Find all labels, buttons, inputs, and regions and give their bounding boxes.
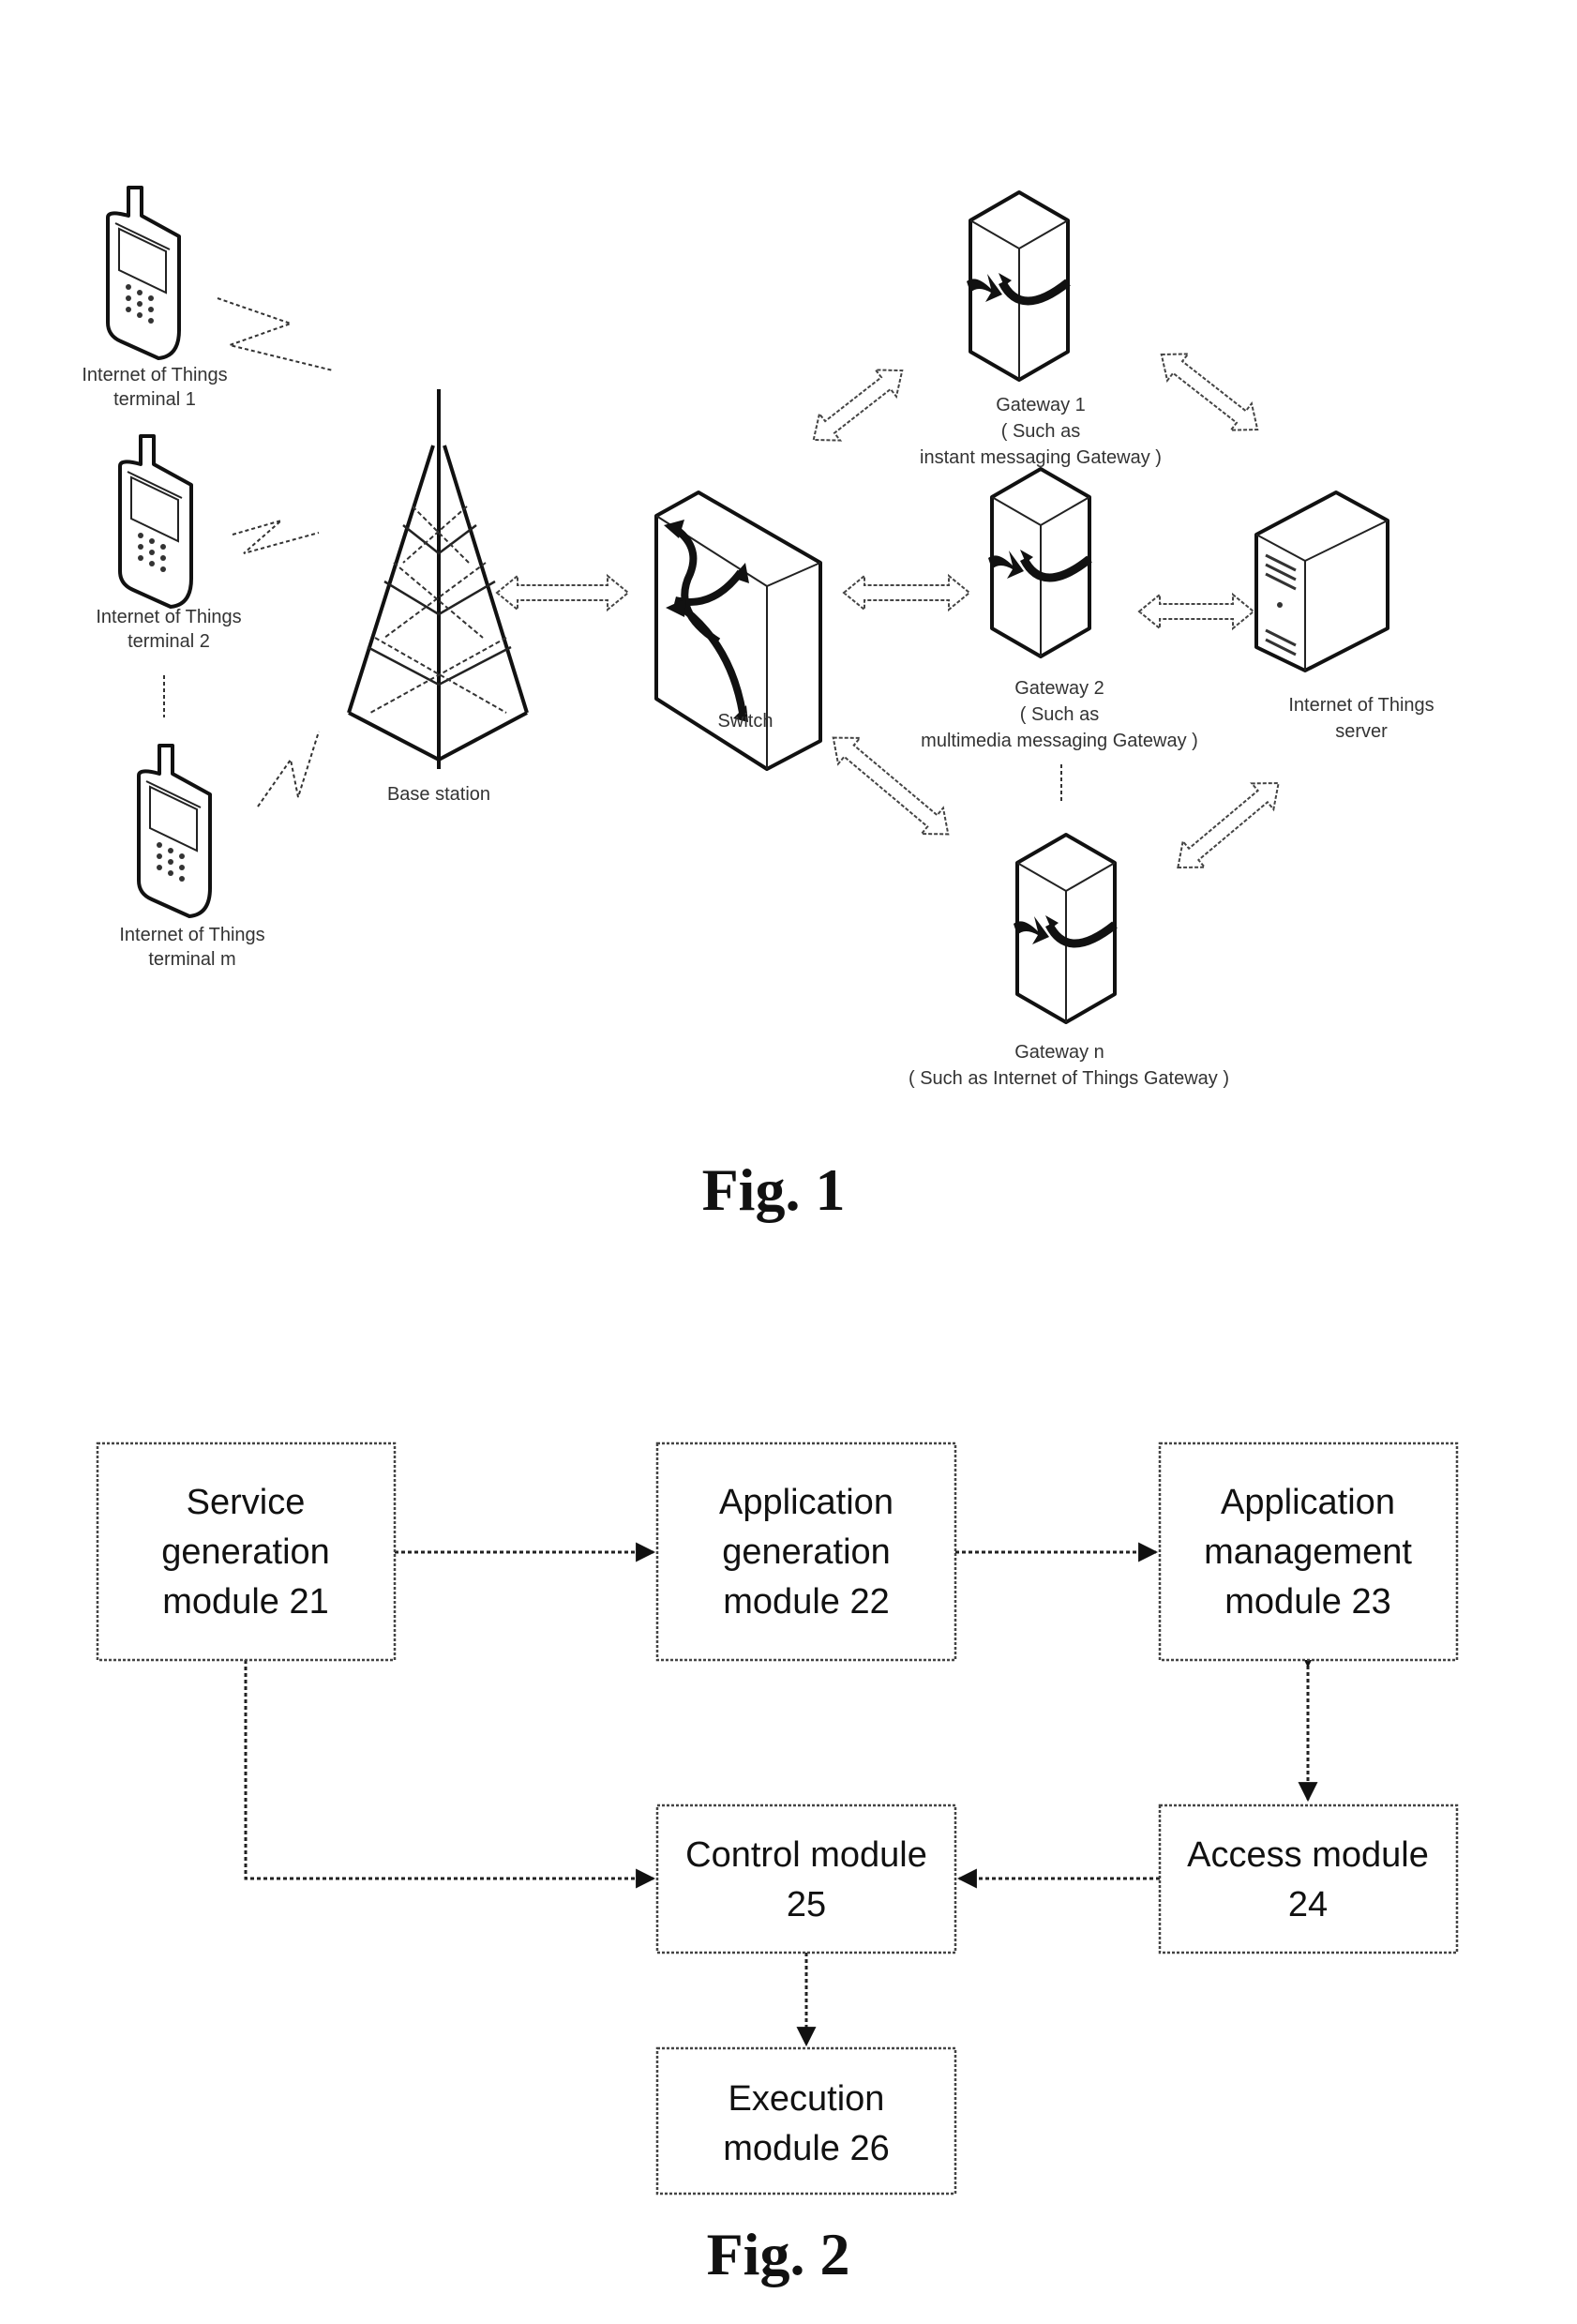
gateway-1-label-line3: instant messaging Gateway )	[920, 447, 1162, 468]
phone-icon	[118, 434, 193, 609]
module-21-line1: Service	[187, 1483, 306, 1522]
connector-21-to-25	[244, 1660, 656, 1889]
server-icon	[1254, 490, 1389, 672]
arrow-gatewayn-server	[1177, 781, 1280, 869]
service-generation-module-21: Service generation module 21	[96, 1441, 397, 1662]
server-label-line2: server	[1335, 721, 1388, 742]
base-station-tower-icon: Base station	[347, 389, 529, 805]
module-24-line1: Access module	[1187, 1835, 1429, 1875]
module-26-line1: Execution	[728, 2079, 885, 2119]
arrow-switch-gateway1	[812, 369, 904, 442]
terminal-1-label-line2: terminal 1	[113, 389, 196, 410]
wireless-link-m	[257, 731, 320, 807]
module-24-line2: 24	[1288, 1885, 1328, 1924]
iot-server: Internet of Things server	[1254, 490, 1434, 742]
base-station-label: Base station	[387, 784, 490, 805]
iot-terminal-m: Internet of Things terminal m	[119, 744, 265, 970]
module-21-line3: module 21	[162, 1582, 328, 1622]
gateway-1-label-line2: ( Such as	[1001, 421, 1080, 442]
gateway-2-label-line1: Gateway 2	[1014, 678, 1104, 699]
module-23-line2: management	[1204, 1532, 1412, 1572]
control-module-25: Control module 25	[655, 1803, 957, 1954]
wireless-signal-icons	[217, 297, 334, 807]
application-management-module-23: Application management module 23	[1158, 1441, 1459, 1662]
terminal-m-label-line2: terminal m	[148, 949, 235, 970]
gateway-icon	[967, 192, 1068, 380]
arrow-gateway1-server	[1160, 353, 1259, 431]
fig2-caption: Fig. 2	[707, 2221, 850, 2287]
gateway-2-label-line2: ( Such as	[1020, 704, 1099, 725]
terminal-2-label-line1: Internet of Things	[96, 607, 241, 627]
gateway-1: Gateway 1 ( Such as instant messaging Ga…	[920, 192, 1162, 468]
module-22-line2: generation	[722, 1532, 891, 1572]
fig1-diagram: Internet of Things terminal 1 Internet o…	[82, 186, 1434, 1223]
gateway-n-label-line1: Gateway n	[1014, 1042, 1104, 1063]
gateway-icon	[1014, 835, 1115, 1022]
execution-module-26: Execution module 26	[655, 2046, 957, 2196]
module-25-line2: 25	[787, 1885, 826, 1924]
phone-icon	[106, 186, 181, 360]
arrow-switch-gateway2	[842, 573, 971, 612]
switch-label: Switch	[718, 711, 773, 732]
phone-icon	[137, 744, 212, 918]
terminal-2-label-line2: terminal 2	[128, 631, 210, 652]
gateway-icon	[988, 469, 1089, 656]
gateway-n: Gateway n ( Such as Internet of Things G…	[909, 835, 1229, 1089]
arrow-gateway2-server	[1137, 592, 1255, 631]
module-22-line1: Application	[719, 1483, 894, 1522]
module-25-line1: Control module	[685, 1835, 927, 1875]
gateway-1-label-line1: Gateway 1	[996, 395, 1086, 415]
module-23-line3: module 23	[1224, 1582, 1390, 1622]
arrow-tower-switch	[495, 573, 630, 612]
access-module-24: Access module 24	[1158, 1803, 1459, 1954]
iot-terminal-2: Internet of Things terminal 2	[96, 434, 242, 652]
iot-terminal-1: Internet of Things terminal 1	[82, 186, 228, 410]
wireless-link-1	[217, 297, 334, 371]
switch-icon: Switch	[654, 490, 822, 771]
terminal-1-label-line1: Internet of Things	[82, 365, 227, 385]
fig2-block-diagram: Service generation module 21 Application…	[96, 1441, 1459, 2287]
bidirectional-arrows	[495, 353, 1280, 869]
gateway-2-label-line3: multimedia messaging Gateway )	[921, 731, 1198, 751]
module-21-line2: generation	[161, 1532, 330, 1572]
wireless-link-2	[232, 520, 320, 554]
server-label-line1: Internet of Things	[1288, 695, 1434, 716]
application-generation-module-22: Application generation module 22	[655, 1441, 957, 1662]
module-23-line1: Application	[1221, 1483, 1395, 1522]
fig1-caption: Fig. 1	[702, 1156, 846, 1223]
gateway-n-label-line2: ( Such as Internet of Things Gateway )	[909, 1068, 1229, 1089]
patent-drawing-sheet: Internet of Things terminal 1 Internet o…	[82, 186, 1459, 2287]
module-26-line2: module 26	[723, 2129, 889, 2168]
terminal-m-label-line1: Internet of Things	[119, 925, 264, 945]
module-22-line3: module 22	[723, 1582, 889, 1622]
